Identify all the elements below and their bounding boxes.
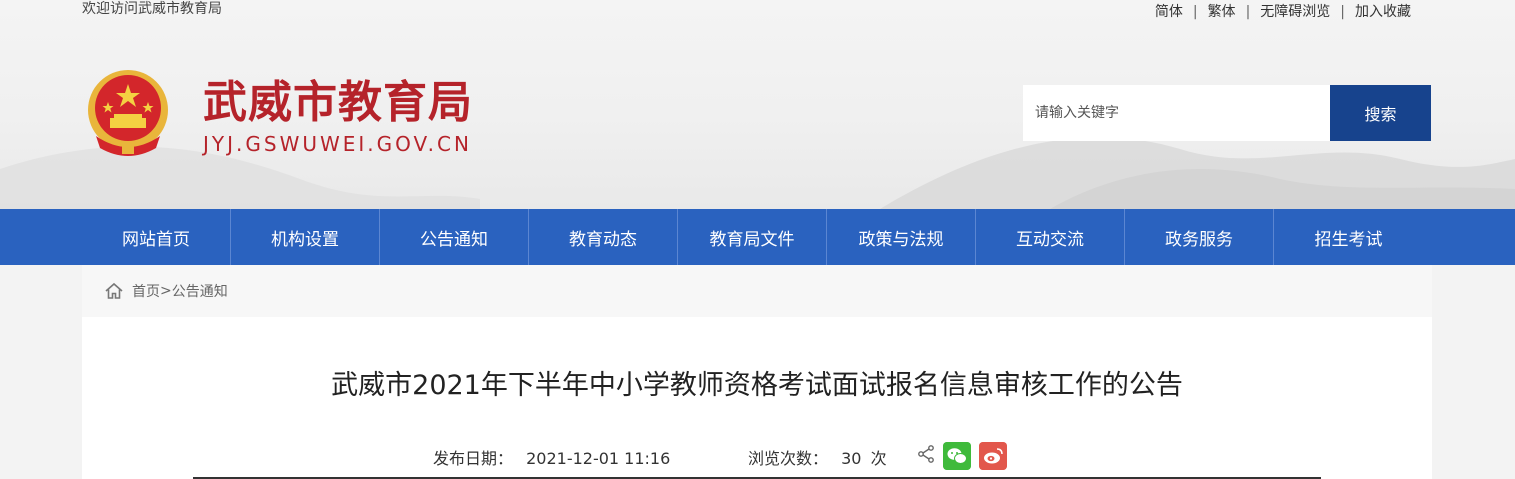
main-nav: 网站首页 机构设置 公告通知 教育动态 教育局文件 政策与法规 互动交流 政务服… — [0, 209, 1515, 265]
nav-item-interaction[interactable]: 互动交流 — [976, 209, 1125, 265]
breadcrumb: 首页 > 公告通知 — [82, 265, 1432, 317]
welcome-text: 欢迎访问武威市教育局 — [82, 1, 222, 17]
national-emblem-icon[interactable] — [82, 66, 174, 162]
breadcrumb-separator: > — [160, 283, 172, 299]
wechat-icon[interactable] — [943, 442, 971, 470]
separator: | — [1192, 4, 1198, 20]
article-title: 武威市2021年下半年中小学教师资格考试面试报名信息审核工作的公告 — [331, 370, 1183, 401]
separator: | — [1245, 4, 1251, 20]
content-panel: 首页 > 公告通知 武威市2021年下半年中小学教师资格考试面试报名信息审核工作… — [82, 265, 1432, 479]
separator: | — [1340, 4, 1345, 20]
search-button[interactable]: 搜索 — [1330, 85, 1431, 141]
nav-item-bureau-documents[interactable]: 教育局文件 — [678, 209, 827, 265]
article-meta: 发布日期： 2021-12-01 11:16 浏览次数： 30 次 — [82, 442, 1432, 470]
link-simplified[interactable]: 简体 — [1155, 3, 1183, 21]
nav-item-organization[interactable]: 机构设置 — [231, 209, 380, 265]
search-input[interactable] — [1023, 85, 1330, 141]
nav-item-home[interactable]: 网站首页 — [82, 209, 231, 265]
home-icon[interactable] — [104, 281, 124, 301]
search-box — [1023, 85, 1330, 141]
views-info: 浏览次数： 30 次 — [748, 445, 887, 469]
nav-item-education-news[interactable]: 教育动态 — [529, 209, 678, 265]
nav-item-admissions[interactable]: 招生考试 — [1274, 209, 1423, 265]
views-label: 浏览次数： — [748, 449, 829, 468]
site-domain: JYJ.GSWUWEI.GOV.CN — [203, 132, 472, 156]
breadcrumb-current[interactable]: 公告通知 — [172, 281, 228, 301]
share-icon[interactable] — [916, 444, 936, 464]
views-count: 30 — [841, 449, 862, 468]
site-title[interactable]: 武威市教育局 — [203, 78, 473, 128]
link-accessibility[interactable]: 无障碍浏览 — [1260, 3, 1330, 21]
publish-label: 发布日期： — [433, 449, 514, 468]
publish-date: 2021-12-01 11:16 — [526, 449, 671, 468]
link-traditional[interactable]: 繁体 — [1208, 3, 1236, 21]
nav-item-policies[interactable]: 政策与法规 — [827, 209, 976, 265]
link-add-favorite[interactable]: 加入收藏 — [1355, 3, 1411, 21]
nav-item-announcements[interactable]: 公告通知 — [380, 209, 529, 265]
nav-item-government-services[interactable]: 政务服务 — [1125, 209, 1274, 265]
breadcrumb-home[interactable]: 首页 — [132, 281, 160, 301]
weibo-icon[interactable] — [979, 442, 1007, 470]
views-unit: 次 — [870, 449, 887, 468]
top-links: 简体 | 繁体 | 无障碍浏览 | 加入收藏 — [1155, 3, 1411, 21]
publish-info: 发布日期： 2021-12-01 11:16 — [433, 445, 670, 469]
